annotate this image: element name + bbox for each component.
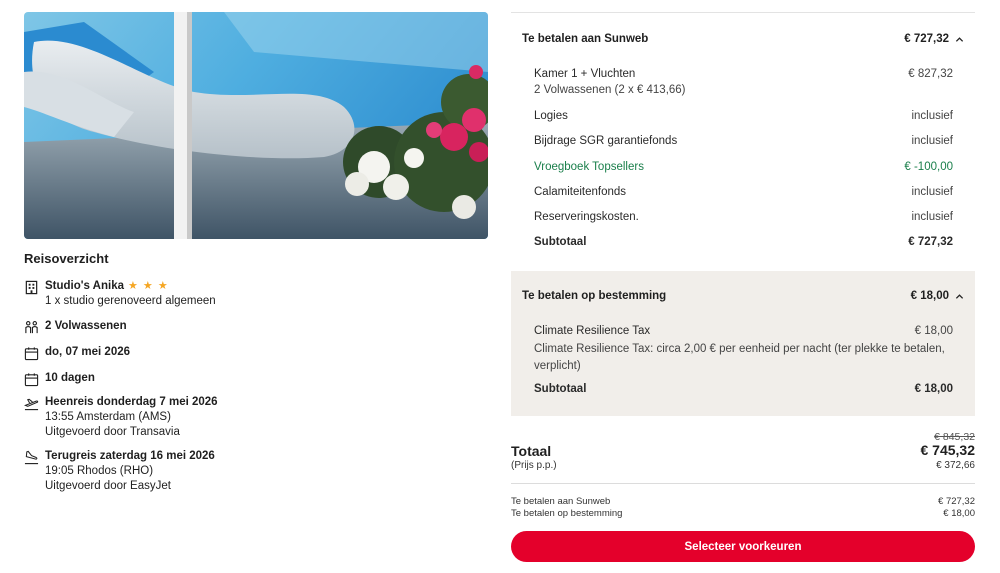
line-item: Reserveringskosten. inclusief — [534, 209, 953, 225]
line-value: inclusief — [911, 186, 953, 198]
tax-label: Climate Resilience Tax — [534, 325, 651, 337]
overview-travellers: 2 Volwassenen — [24, 319, 127, 335]
summary-label: Te betalen aan Sunweb — [511, 496, 611, 507]
overview-duration: 10 dagen — [24, 371, 95, 387]
line-value: inclusief — [911, 135, 953, 147]
tax-line: Climate Resilience Tax € 18,00 — [534, 323, 953, 339]
total-value: € 745,32 — [920, 442, 976, 458]
overview-outbound: Heenreis donderdag 7 mei 2026 13:55 Amst… — [24, 395, 218, 440]
overview-title: Reisoverzicht — [24, 251, 109, 266]
destination-section-toggle[interactable]: Te betalen op bestemming € 18,00 — [511, 283, 975, 309]
duration: 10 dagen — [45, 372, 95, 384]
calendar-icon — [24, 347, 39, 361]
per-person-label: (Prijs p.p.) — [511, 460, 557, 471]
sunweb-subtotal: Subtotaal € 727,32 — [534, 234, 953, 250]
subtotal-value: € 727,32 — [908, 236, 953, 248]
chevron-up-icon — [955, 36, 964, 42]
sunweb-section-toggle[interactable]: Te betalen aan Sunweb € 727,32 — [511, 26, 975, 52]
summary-value: € 18,00 — [943, 508, 975, 519]
summary-value: € 727,32 — [938, 496, 975, 507]
tax-note: Climate Resilience Tax: circa 2,00 € per… — [534, 343, 945, 372]
overview-date: do, 07 mei 2026 — [24, 345, 130, 361]
line-item: Bijdrage SGR garantiefonds inclusief — [534, 133, 953, 149]
line-item: Calamiteitenfonds inclusief — [534, 184, 953, 200]
room-value: € 827,32 — [908, 68, 953, 80]
line-value: € -100,00 — [904, 161, 953, 173]
travellers: 2 Volwassenen — [45, 320, 127, 332]
line-label: Reserveringskosten. — [534, 211, 639, 223]
subtotal-label: Subtotaal — [534, 383, 587, 395]
calendar-icon — [24, 373, 39, 387]
line-label: Logies — [534, 110, 568, 122]
divider — [511, 483, 975, 484]
departure-date: do, 07 mei 2026 — [45, 346, 131, 358]
sunweb-header-amount: € 727,32 — [904, 33, 949, 45]
subtotal-label: Subtotaal — [534, 236, 587, 248]
destination-header-label: Te betalen op bestemming — [522, 290, 667, 302]
line-item: Logies inclusief — [534, 108, 953, 124]
outbound-title: Heenreis donderdag 7 mei 2026 — [45, 396, 218, 408]
summary-destination: Te betalen op bestemming € 18,00 — [511, 508, 975, 519]
room-label: Kamer 1 + Vluchten — [534, 68, 636, 80]
overview-hotel: Studio's Anika ★ ★ ★ 1 x studio gerenovee… — [24, 279, 216, 309]
return-title: Terugreis zaterdag 16 mei 2026 — [45, 450, 215, 462]
people-icon — [25, 321, 38, 334]
line-value: inclusief — [911, 110, 953, 122]
tax-value: € 18,00 — [914, 325, 953, 337]
return-carrier: Uitgevoerd door EasyJet — [45, 480, 171, 492]
plane-arrival-icon — [24, 450, 39, 465]
select-preferences-button[interactable]: Selecteer voorkeuren — [511, 531, 975, 562]
plane-departure-icon — [24, 398, 39, 411]
discount-line: Vroegboek Topsellers € -100,00 — [534, 159, 953, 175]
chevron-up-icon — [955, 293, 964, 299]
outbound-carrier: Uitgevoerd door Transavia — [45, 426, 180, 438]
line-value: inclusief — [911, 211, 953, 223]
outbound-time: 13:55 Amsterdam (AMS) — [45, 411, 171, 423]
summary-label: Te betalen op bestemming — [511, 508, 623, 519]
line-label: Calamiteitenfonds — [534, 186, 627, 198]
return-time: 19:05 Rhodos (RHO) — [45, 465, 154, 477]
line-label: Bijdrage SGR garantiefonds — [534, 135, 678, 147]
per-person-value: € 372,66 — [936, 460, 975, 471]
subtotal-value: € 18,00 — [914, 383, 953, 395]
room-sub: 2 Volwassenen (2 x € 413,66) — [534, 84, 686, 96]
hotel-name: Studio's Anika — [45, 280, 124, 292]
total-label: Totaal — [511, 443, 552, 459]
room-type: 1 x studio gerenoveerd algemeen — [45, 295, 216, 307]
destination-header-amount: € 18,00 — [910, 290, 949, 302]
sunweb-header-label: Te betalen aan Sunweb — [522, 33, 649, 45]
room-line: Kamer 1 + Vluchten € 827,32 — [534, 66, 953, 82]
star-rating: ★ ★ ★ — [127, 280, 169, 292]
hotel-photo — [24, 12, 488, 239]
summary-sunweb: Te betalen aan Sunweb € 727,32 — [511, 496, 975, 507]
divider — [511, 12, 975, 13]
line-label: Vroegboek Topsellers — [534, 161, 644, 173]
overview-return: Terugreis zaterdag 16 mei 2026 19:05 Rho… — [24, 449, 215, 494]
destination-subtotal: Subtotaal € 18,00 — [534, 381, 953, 397]
building-icon — [25, 280, 38, 295]
